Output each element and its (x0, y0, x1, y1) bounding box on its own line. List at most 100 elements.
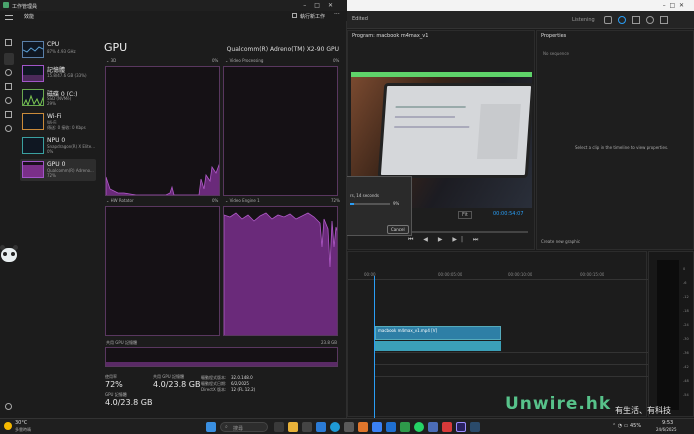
panda-mascot-image (0, 245, 18, 265)
track-divider (375, 352, 648, 353)
video-clip[interactable]: macbook m4max_v1.mp4 [V] (375, 326, 501, 340)
gpu-mini-graph (22, 161, 44, 178)
task-manager-taskbar-icon[interactable] (470, 422, 480, 432)
window-title: 工作管理員 (12, 4, 38, 10)
outlook-icon[interactable] (372, 422, 382, 432)
directx-version-key: DirectX 版本: (201, 387, 227, 392)
no-sequence-label: No sequence (543, 51, 569, 56)
run-task-icon[interactable] (292, 13, 297, 18)
window-controls[interactable]: – □ ✕ (663, 2, 684, 9)
teams-icon[interactable] (428, 422, 438, 432)
properties-hint: Select a clip in the timeline to view pr… (575, 145, 669, 150)
excel-icon[interactable] (400, 422, 410, 432)
gpu-model: Qualcomm(R) Adreno(TM) X2-90 GPU (226, 46, 339, 53)
wifi-mini-graph (22, 113, 44, 130)
resource-name: CPU (47, 41, 60, 48)
graph-video-processing (223, 66, 338, 196)
app-icon (3, 2, 9, 8)
resource-detail: 傳送: 0 接收: 0 Kbps (47, 125, 86, 130)
transport-controls[interactable]: ⏮ ◀ ▶ ▶| ⏭ (408, 236, 482, 244)
performance-icon[interactable] (4, 53, 14, 65)
copilot-icon[interactable] (274, 422, 284, 432)
resource-item-disk[interactable]: 磁碟 0 (C:) SSD (NVMe) 29% (20, 87, 96, 109)
workspace-icon[interactable] (632, 16, 640, 24)
resource-detail: 0% (47, 149, 54, 154)
weather-icon[interactable] (4, 422, 12, 430)
details-icon[interactable] (5, 111, 12, 118)
engine-label: ⌄ HW Rotator (106, 198, 134, 203)
engine-label: ⌄ Video Engine 1 (225, 198, 260, 203)
audio-clip[interactable] (375, 341, 501, 351)
engine-percent: 0% (212, 58, 219, 63)
file-explorer-icon[interactable] (288, 422, 298, 432)
section-title: 效能 (24, 14, 35, 20)
word-icon[interactable] (386, 422, 396, 432)
share-icon[interactable] (604, 16, 612, 24)
editor-menubar: Edited Listening (346, 11, 694, 29)
tray-icons[interactable]: ⌃ ◔ ▭ (612, 423, 628, 429)
weather-temp[interactable]: 30°C (15, 420, 27, 426)
search-box[interactable]: ⌕ 搜尋 (220, 422, 268, 432)
office-icon[interactable] (358, 422, 368, 432)
users-icon[interactable] (5, 97, 12, 104)
gpu-detail-panel: GPU Qualcomm(R) Adreno(TM) X2-90 GPU ⌄ 3… (97, 21, 345, 418)
app-history-icon[interactable] (5, 69, 12, 76)
services-icon[interactable] (5, 125, 12, 132)
timeline-panel: 00:00 00:00:05:00 00:00:10:00 00:00:15:0… (347, 251, 648, 418)
resource-item-memory[interactable]: 記憶體 15.8/47.6 GB (33%) (20, 63, 96, 85)
meter-scale: 0 -6 -12 -18 -24 -30 -36 -42 -48 -54 (683, 267, 689, 397)
properties-panel: Properties No sequence Select a clip in … (536, 30, 694, 250)
memory-mini-graph (22, 65, 44, 82)
photos-icon[interactable] (316, 422, 326, 432)
weather-desc[interactable]: 多雲時晴 (15, 427, 31, 433)
task-manager-titlebar: 工作管理員 –□✕ (0, 0, 347, 11)
resource-item-cpu[interactable]: CPU 87% 4.93 GHz (20, 39, 96, 61)
premiere-pro-icon[interactable] (456, 422, 466, 432)
clock-time[interactable]: 9:53 (662, 420, 673, 426)
section-header: 效能 執行新工作 ··· (0, 11, 347, 21)
battery-percent[interactable]: 45% (630, 423, 641, 429)
fullscreen-icon[interactable] (660, 16, 668, 24)
cpu-mini-graph (22, 41, 44, 58)
properties-title: Properties (541, 33, 567, 39)
watermark-logo: Unwire.hk (505, 394, 612, 414)
dialog-progress-track (350, 203, 390, 205)
timeline-ruler[interactable]: 00:00 00:00:05:00 00:00:10:00 00:00:15:0… (348, 270, 648, 280)
engine-label: ⌄ 3D (106, 58, 117, 63)
media-icon[interactable] (442, 422, 452, 432)
resource-item-gpu[interactable]: GPU 0 Qualcomm(R) Adreno... 72% (20, 159, 96, 181)
resource-item-npu[interactable]: NPU 0 Snapdragon(R) X Elite... 0% (20, 135, 96, 157)
disk-mini-graph (22, 89, 44, 106)
fit-select[interactable]: Fit (458, 211, 472, 219)
edited-menu-item[interactable]: Edited (352, 16, 368, 22)
dialog-percent: 9% (393, 201, 400, 206)
settings-gear-icon[interactable] (5, 403, 12, 410)
program-monitor-title: Program: macbook m4max_v1 (352, 33, 429, 39)
graph-shared-memory (105, 347, 338, 367)
create-graphic-button[interactable]: Create new graphic (541, 239, 580, 244)
resource-detail: 87% 4.93 GHz (47, 49, 76, 54)
utilization-value: 72% (105, 380, 123, 389)
help-icon[interactable] (618, 16, 626, 24)
notifications-icon[interactable] (646, 16, 654, 24)
nav-rail (0, 11, 18, 418)
run-new-task-button[interactable]: 執行新工作 (300, 13, 325, 20)
store-icon[interactable] (344, 422, 354, 432)
whatsapp-icon[interactable] (414, 422, 424, 432)
engine-percent: 0% (333, 58, 340, 63)
resource-item-wifi[interactable]: Wi-Fi Wi-Fi 傳送: 0 接收: 0 Kbps (20, 111, 96, 133)
hamburger-icon[interactable] (5, 15, 13, 20)
dialog-cancel-button[interactable]: Cancel (387, 225, 409, 234)
edge-icon[interactable] (330, 422, 340, 432)
render-dialog: rs, 14 seconds 9% Cancel (346, 176, 412, 236)
more-options-icon[interactable]: ··· (334, 11, 340, 18)
start-button-icon[interactable] (206, 422, 216, 432)
processes-icon[interactable] (5, 39, 12, 46)
directx-version-value: 12 (FL 12.2) (231, 387, 256, 392)
gpu-heading: GPU (104, 41, 128, 54)
ruler-mark: 00:00:05:00 (438, 272, 463, 277)
startup-apps-icon[interactable] (5, 83, 12, 90)
window-controls[interactable]: –□✕ (303, 2, 341, 9)
task-view-icon[interactable] (302, 422, 312, 432)
clock-date[interactable]: 24/6/2025 (656, 427, 677, 432)
